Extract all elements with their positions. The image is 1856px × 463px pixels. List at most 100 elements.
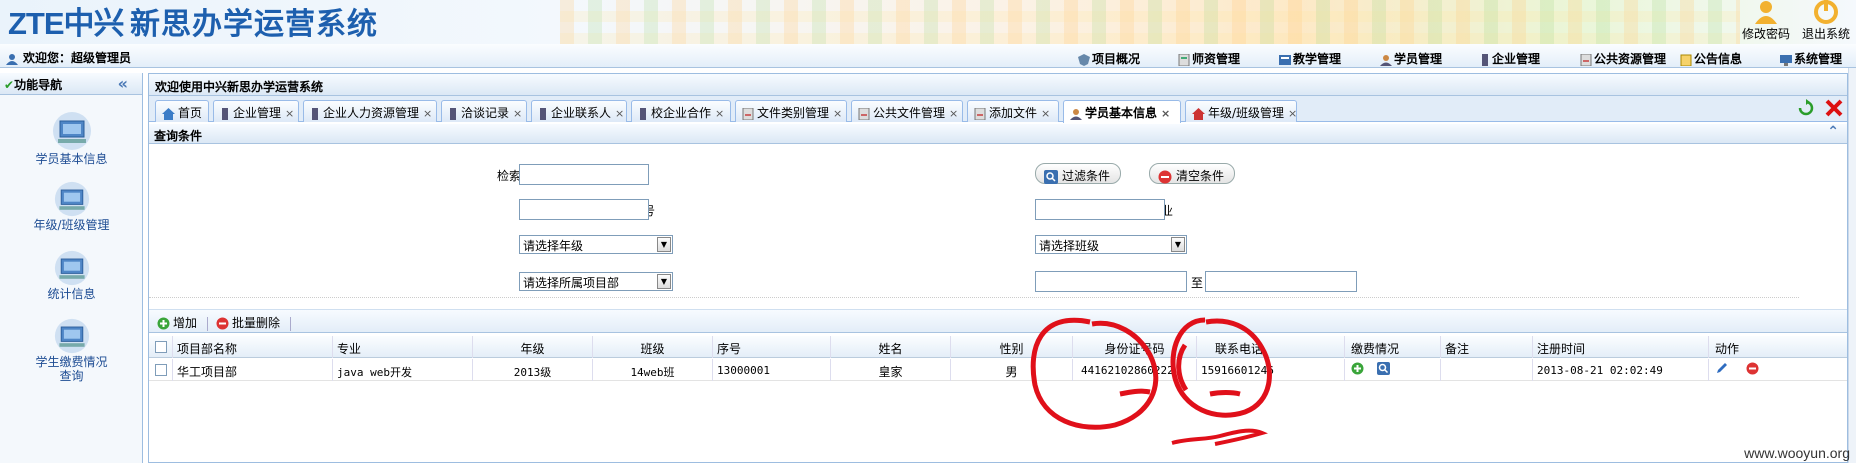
serial-input[interactable] bbox=[519, 199, 649, 220]
tab-negotiation-records[interactable]: 洽谈记录 × bbox=[441, 100, 527, 122]
sidebar-item-label: 年级/班级管理 bbox=[33, 218, 110, 232]
tab-enterprise-hr[interactable]: 企业人力资源管理 × bbox=[303, 100, 437, 122]
close-icon[interactable]: × bbox=[1041, 107, 1050, 120]
building-icon bbox=[312, 107, 318, 120]
menu-announcements[interactable]: 公告信息 bbox=[1680, 50, 1742, 67]
close-icon[interactable]: × bbox=[1161, 107, 1170, 120]
tab-add-file[interactable]: 添加文件 × bbox=[967, 100, 1059, 122]
created-from-input[interactable] bbox=[1035, 271, 1187, 292]
sidebar-item-label: 学生缴费情况查询 bbox=[35, 355, 108, 383]
toolbar-divider bbox=[207, 316, 209, 331]
column-header[interactable]: 专业 bbox=[333, 336, 473, 358]
student-name-input[interactable] bbox=[519, 164, 649, 185]
column-header[interactable]: 身份证号码 bbox=[1073, 336, 1197, 358]
close-icon[interactable]: × bbox=[833, 107, 842, 120]
column-header[interactable]: 姓名 bbox=[831, 336, 951, 358]
query-section-header: 查询条件 ⌃ bbox=[149, 124, 1847, 144]
column-header[interactable]: 注册时间 bbox=[1533, 336, 1709, 358]
filter-button[interactable]: 过滤条件 bbox=[1035, 163, 1122, 184]
user-key-icon bbox=[1755, 1, 1777, 24]
tab-student-info[interactable]: 学员基本信息 × bbox=[1063, 100, 1181, 123]
computer-icon bbox=[54, 250, 89, 286]
logout-button[interactable]: 退出系统 bbox=[1798, 0, 1854, 42]
change-password-label: 修改密码 bbox=[1741, 27, 1790, 41]
document-icon bbox=[974, 107, 986, 120]
column-header[interactable]: 年级 bbox=[473, 336, 593, 358]
building-icon bbox=[540, 107, 546, 120]
menu-student-management[interactable]: 学员管理 bbox=[1380, 50, 1442, 67]
add-button[interactable]: 增加 bbox=[157, 314, 197, 331]
menu-public-resources[interactable]: 公共资源管理 bbox=[1580, 50, 1666, 67]
app-header: ZTE中兴 新思办学运营系统 修改密码 退出系统 bbox=[0, 0, 1856, 44]
menu-teaching-management[interactable]: 教学管理 bbox=[1279, 50, 1341, 67]
close-icon[interactable]: × bbox=[513, 107, 522, 120]
clipboard-icon bbox=[1680, 54, 1692, 66]
cell-serial: 13000001 bbox=[713, 359, 831, 381]
close-all-icon[interactable] bbox=[1825, 99, 1843, 117]
close-icon[interactable]: × bbox=[1288, 107, 1297, 120]
add-icon[interactable] bbox=[1351, 362, 1364, 375]
sidebar-item-student-info[interactable]: 学员基本信息 bbox=[0, 111, 143, 166]
add-icon bbox=[157, 317, 170, 330]
table-row[interactable]: 华工项目部 java web开发 2013级 14web班 13000001 皇… bbox=[149, 359, 1847, 381]
column-header[interactable]: 动作 bbox=[1709, 336, 1847, 358]
search-icon[interactable] bbox=[1376, 361, 1390, 375]
tab-enterprise-management[interactable]: 企业管理 × bbox=[213, 100, 299, 122]
sidebar-item-grade-class[interactable]: 年级/班级管理 bbox=[0, 181, 143, 232]
column-header[interactable]: 备注 bbox=[1441, 336, 1533, 358]
collapse-up-icon[interactable]: ⌃ bbox=[1827, 124, 1839, 140]
column-header[interactable]: 班级 bbox=[593, 336, 713, 358]
grade-select[interactable]: 请选择年级 ▼ bbox=[519, 235, 673, 254]
system-title: 新思办学运营系统 bbox=[130, 8, 378, 41]
column-header[interactable]: 性别 bbox=[951, 336, 1073, 358]
menu-teacher-management[interactable]: 师资管理 bbox=[1178, 50, 1240, 67]
main-title: 欢迎使用中兴新思办学运营系统 bbox=[149, 74, 1847, 96]
vertical-scrollbar[interactable] bbox=[1848, 68, 1856, 463]
close-icon[interactable]: × bbox=[615, 107, 624, 120]
row-select-cell bbox=[149, 359, 173, 381]
row-checkbox[interactable] bbox=[155, 364, 167, 376]
tab-grade-class[interactable]: 年级/班级管理 × bbox=[1185, 100, 1297, 122]
created-to-input[interactable] bbox=[1205, 271, 1357, 292]
dept-select[interactable]: 请选择所属项目部 ▼ bbox=[519, 272, 673, 291]
major-input[interactable] bbox=[1035, 199, 1165, 220]
document-icon bbox=[1580, 53, 1592, 66]
column-header[interactable]: 项目部名称 bbox=[173, 336, 333, 358]
batch-delete-button[interactable]: 批量删除 bbox=[216, 314, 280, 331]
delete-icon[interactable] bbox=[1746, 362, 1759, 375]
edit-pencil-icon[interactable] bbox=[1715, 361, 1729, 375]
computer-icon bbox=[54, 181, 90, 217]
building-icon bbox=[222, 107, 228, 120]
document-icon bbox=[1178, 53, 1190, 66]
sidebar-item-fee-query[interactable]: 学生缴费情况查询 bbox=[0, 318, 143, 383]
sidebar-header: ✔功能导航 « bbox=[0, 73, 142, 95]
select-all-checkbox[interactable] bbox=[155, 341, 167, 353]
users-icon bbox=[1070, 108, 1082, 120]
sidebar-item-statistics[interactable]: 统计信息 bbox=[0, 250, 143, 301]
collapse-icon[interactable]: « bbox=[118, 74, 128, 93]
close-icon[interactable]: × bbox=[715, 107, 724, 120]
tab-school-enterprise[interactable]: 校企业合作 × bbox=[631, 100, 731, 122]
column-header[interactable]: 联系电话 bbox=[1197, 336, 1345, 358]
remove-icon bbox=[1158, 170, 1172, 183]
menu-enterprise-management[interactable]: 企业管理 bbox=[1480, 50, 1540, 67]
column-header[interactable]: 缴费情况 bbox=[1345, 336, 1441, 358]
refresh-icon[interactable] bbox=[1797, 99, 1815, 117]
building-icon bbox=[450, 107, 456, 120]
close-icon[interactable]: × bbox=[285, 107, 294, 120]
close-icon[interactable]: × bbox=[949, 107, 958, 120]
class-select[interactable]: 请选择班级 ▼ bbox=[1035, 235, 1187, 254]
cell-department: 华工项目部 bbox=[173, 359, 333, 381]
tab-public-files[interactable]: 公共文件管理 × bbox=[851, 100, 963, 122]
tab-home[interactable]: 首页 bbox=[155, 100, 209, 122]
column-header[interactable]: 序号 bbox=[713, 336, 831, 358]
tab-file-category[interactable]: 文件类别管理 × bbox=[735, 100, 847, 122]
menu-system-management[interactable]: 系统管理 bbox=[1780, 50, 1842, 67]
main-panel: 欢迎使用中兴新思办学运营系统 首页 企业管理 × 企业人力资源管理 × 洽谈记录 × … bbox=[148, 73, 1848, 463]
tab-bar: 首页 企业管理 × 企业人力资源管理 × 洽谈记录 × 企业联系人 × 校企业合作 × 文… bbox=[149, 96, 1847, 123]
close-icon[interactable]: × bbox=[423, 107, 432, 120]
tab-enterprise-contacts[interactable]: 企业联系人 × bbox=[531, 100, 627, 122]
menu-project-overview[interactable]: 项目概况 bbox=[1078, 50, 1140, 67]
change-password-button[interactable]: 修改密码 bbox=[1738, 0, 1794, 42]
clear-button[interactable]: 清空条件 bbox=[1149, 163, 1236, 184]
